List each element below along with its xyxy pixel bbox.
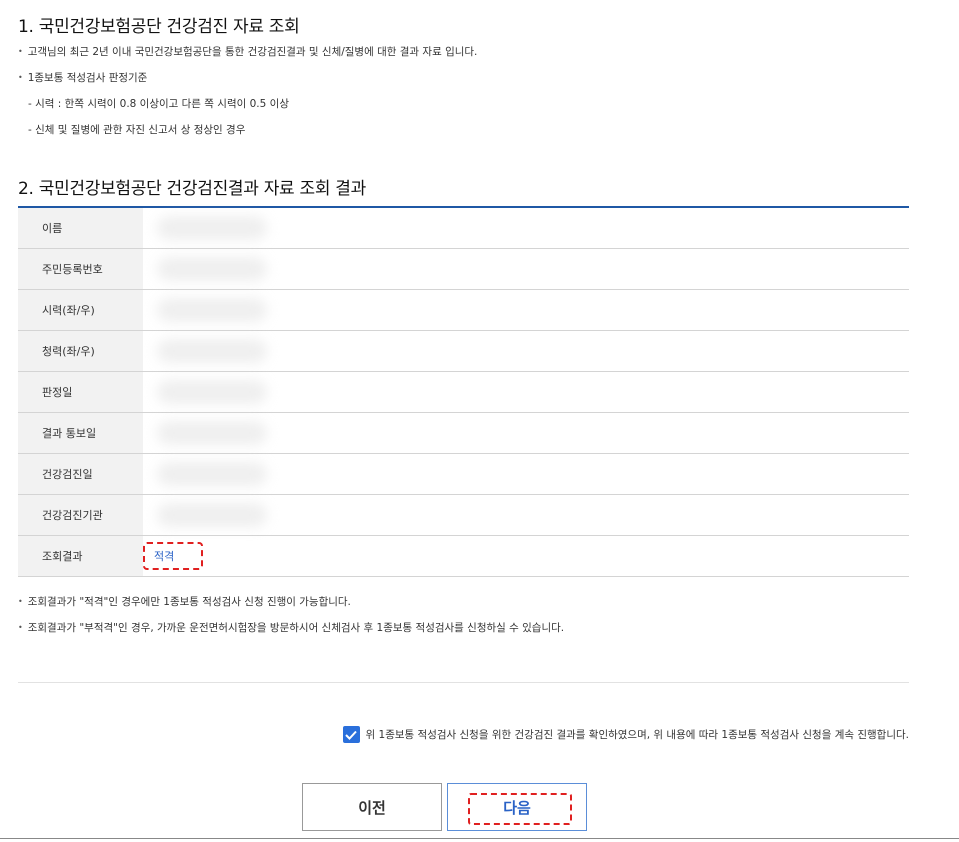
table-row: 주민등록번호 (18, 249, 909, 290)
section1-title: 1. 국민건강보험공단 건강검진 자료 조회 (18, 17, 300, 37)
row-value (143, 413, 909, 453)
next-button[interactable]: 다음 (447, 783, 587, 831)
table-row: 시력(좌/우) (18, 290, 909, 331)
row-value (143, 208, 909, 248)
redacted-value (157, 421, 267, 445)
row-value (143, 331, 909, 371)
bottom-border (0, 838, 959, 839)
redacted-value (157, 380, 267, 404)
table-row: 건강검진기관 (18, 495, 909, 536)
divider (18, 682, 909, 683)
result-cell: 적격 (143, 536, 909, 576)
redacted-value (157, 257, 267, 281)
notes: 조회결과가 "적격"인 경우에만 1종보통 적성검사 신청 진행이 가능합니다.… (18, 594, 564, 646)
result-value: 적격 (154, 550, 175, 563)
row-value (143, 495, 909, 535)
confirm-text: 위 1종보통 적성검사 신청을 위한 건강검진 결과를 확인하였으며, 위 내용… (365, 729, 909, 741)
row-value (143, 290, 909, 330)
result-table: 이름 주민등록번호 시력(좌/우) 청력(좌/우) 판정일 결과 통보일 건강검… (18, 206, 909, 577)
prev-button[interactable]: 이전 (302, 783, 442, 831)
row-label: 결과 통보일 (18, 413, 143, 453)
note-item: 조회결과가 "적격"인 경우에만 1종보통 적성검사 신청 진행이 가능합니다. (18, 594, 564, 620)
confirm-row[interactable]: 위 1종보통 적성검사 신청을 위한 건강검진 결과를 확인하였으며, 위 내용… (342, 726, 909, 743)
table-row: 청력(좌/우) (18, 331, 909, 372)
row-label: 주민등록번호 (18, 249, 143, 289)
row-label: 이름 (18, 208, 143, 248)
note-item: 조회결과가 "부적격"인 경우, 가까운 운전면허시험장을 방문하시어 신체검사… (18, 620, 564, 646)
table-row: 건강검진일 (18, 454, 909, 495)
result-label: 조회결과 (18, 536, 143, 576)
row-label: 건강검진기관 (18, 495, 143, 535)
row-label: 청력(좌/우) (18, 331, 143, 371)
row-label: 판정일 (18, 372, 143, 412)
section1-bullets: 고객님의 최근 2년 이내 국민건강보험공단을 통한 건강검진결과 및 신체/질… (18, 44, 478, 148)
table-row-result: 조회결과 적격 (18, 536, 909, 577)
bullet-item: 1종보통 적성검사 판정기준 (18, 70, 477, 96)
bullet-item: 고객님의 최근 2년 이내 국민건강보험공단을 통한 건강검진결과 및 신체/질… (18, 44, 478, 70)
row-label: 시력(좌/우) (18, 290, 143, 330)
section2-title: 2. 국민건강보험공단 건강검진결과 자료 조회 결과 (18, 179, 366, 199)
criteria-item: - 시력 : 한쪽 시력이 0.8 이상이고 다른 쪽 시력이 0.5 이상 (28, 98, 289, 110)
table-row: 판정일 (18, 372, 909, 413)
criteria-item: - 신체 및 질병에 관한 자진 신고서 상 정상인 경우 (28, 124, 246, 136)
table-row: 결과 통보일 (18, 413, 909, 454)
next-highlight (468, 793, 572, 825)
redacted-value (157, 462, 267, 486)
redacted-value (157, 503, 267, 527)
row-value (143, 249, 909, 289)
row-value (143, 372, 909, 412)
row-value (143, 454, 909, 494)
check-icon (345, 730, 357, 740)
confirm-checkbox[interactable] (342, 726, 360, 743)
redacted-value (157, 339, 267, 363)
table-row: 이름 (18, 208, 909, 249)
redacted-value (157, 298, 267, 322)
row-label: 건강검진일 (18, 454, 143, 494)
redacted-value (157, 216, 267, 240)
